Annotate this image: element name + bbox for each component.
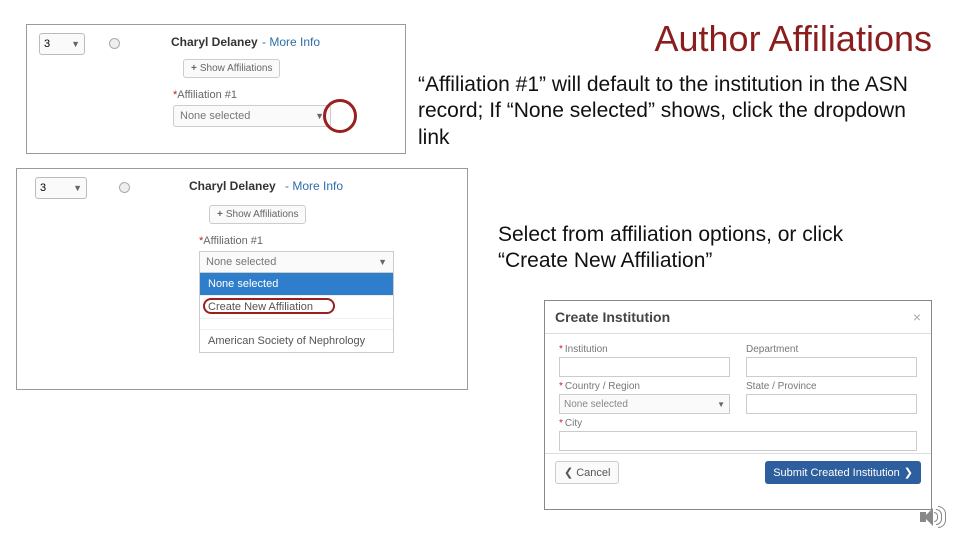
country-label: *Country / Region: [559, 381, 730, 392]
affiliation-1-label: *Affiliation #1: [199, 235, 263, 247]
affiliation-1-label: *Affiliation #1: [173, 89, 237, 101]
caret-down-icon: ▼: [71, 39, 80, 49]
instruction-2: Select from affiliation options, or clic…: [498, 222, 898, 275]
institution-label: *Institution: [559, 344, 730, 355]
affiliation-value: None selected: [180, 110, 250, 122]
callout-oval: [203, 298, 335, 314]
order-value: 3: [44, 38, 50, 50]
chevron-right-icon: ❯: [904, 466, 913, 479]
affiliation-panel-expanded: 3 ▼ Charyl Delaney - More Info + Show Af…: [16, 168, 468, 390]
country-select[interactable]: None selected ▼: [559, 394, 730, 414]
chevron-left-icon: ❮: [564, 466, 573, 479]
modal-title: Create Institution: [555, 309, 670, 325]
institution-input[interactable]: [559, 357, 730, 377]
dropdown-option-create-new[interactable]: Create New Affiliation: [200, 295, 393, 318]
order-value: 3: [40, 182, 46, 194]
audio-speaker-icon[interactable]: [920, 504, 946, 530]
slide-title: Author Affiliations: [654, 18, 932, 60]
show-affiliations-button[interactable]: + Show Affiliations: [209, 205, 306, 224]
callout-circle: [323, 99, 357, 133]
submit-button[interactable]: Submit Created Institution ❯: [765, 461, 921, 484]
author-order-select[interactable]: 3 ▼: [39, 33, 85, 55]
plus-icon: +: [217, 209, 223, 220]
dropdown-option-asn[interactable]: American Society of Nephrology: [200, 329, 393, 352]
plus-icon: +: [191, 63, 197, 74]
show-aff-label: Show Affiliations: [226, 209, 299, 220]
affiliation-dropdown-open: None selected ▼ None selected Create New…: [199, 251, 394, 353]
instruction-1: “Affiliation #1” will default to the ins…: [418, 72, 908, 151]
show-aff-label: Show Affiliations: [200, 63, 273, 74]
author-order-select[interactable]: 3 ▼: [35, 177, 87, 199]
more-info-link[interactable]: - More Info: [262, 35, 320, 49]
affiliation-dropdown[interactable]: None selected ▼: [200, 252, 393, 273]
presenter-radio[interactable]: [109, 38, 120, 49]
dropdown-option-none[interactable]: None selected: [200, 273, 393, 295]
department-input[interactable]: [746, 357, 917, 377]
affiliation-panel-collapsed: 3 ▼ Charyl Delaney - More Info + Show Af…: [26, 24, 406, 154]
state-input[interactable]: [746, 394, 917, 414]
cancel-button[interactable]: ❮ Cancel: [555, 461, 619, 484]
author-name: Charyl Delaney: [171, 35, 258, 49]
create-institution-modal: Create Institution × *Institution Depart…: [544, 300, 932, 510]
caret-down-icon: ▼: [717, 400, 725, 409]
presenter-radio[interactable]: [119, 182, 130, 193]
caret-down-icon: ▼: [378, 257, 387, 267]
caret-down-icon: ▼: [73, 183, 82, 193]
department-label: Department: [746, 344, 917, 355]
show-affiliations-button[interactable]: + Show Affiliations: [183, 59, 280, 78]
city-label: *City: [559, 418, 917, 429]
city-input[interactable]: [559, 431, 917, 451]
author-name: Charyl Delaney: [189, 179, 276, 193]
affiliation-dropdown[interactable]: None selected ▼: [173, 105, 331, 127]
dropdown-option-recent[interactable]: [200, 318, 393, 329]
more-info-link[interactable]: - More Info: [285, 179, 343, 193]
state-label: State / Province: [746, 381, 917, 392]
close-icon[interactable]: ×: [913, 309, 921, 325]
